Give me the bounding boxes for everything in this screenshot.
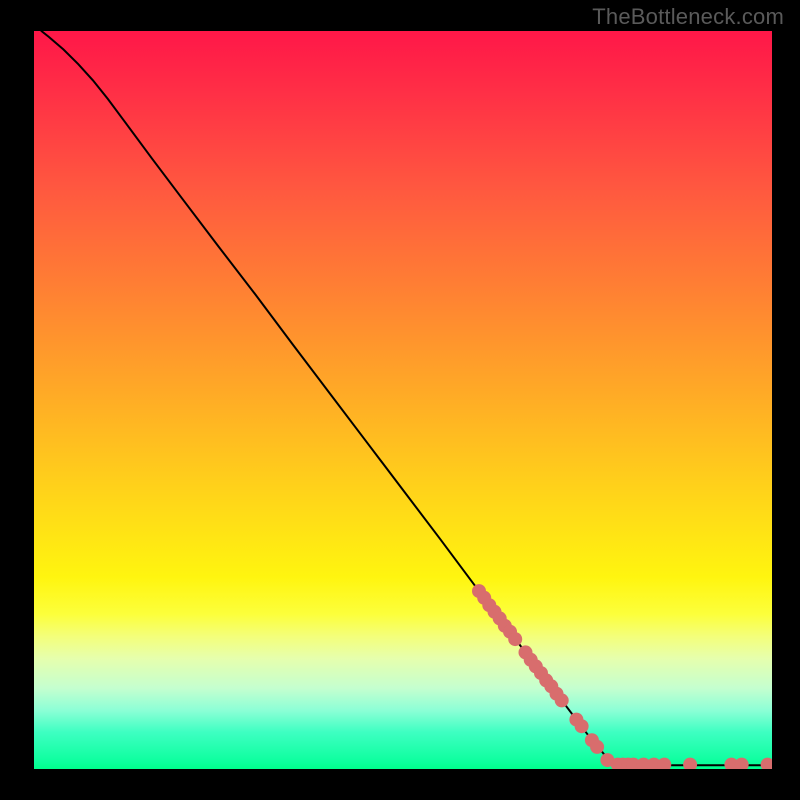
data-point	[735, 758, 749, 769]
data-point	[575, 719, 589, 733]
data-point	[590, 740, 604, 754]
bottleneck-curve	[41, 31, 772, 765]
watermark-text: TheBottleneck.com	[592, 4, 784, 30]
data-point	[657, 758, 671, 769]
data-point	[508, 632, 522, 646]
chart-frame: TheBottleneck.com	[0, 0, 800, 800]
data-point	[555, 693, 569, 707]
data-point	[683, 758, 697, 769]
plot-area	[34, 31, 772, 769]
data-points	[472, 584, 772, 769]
data-point	[761, 758, 772, 769]
chart-svg	[34, 31, 772, 769]
